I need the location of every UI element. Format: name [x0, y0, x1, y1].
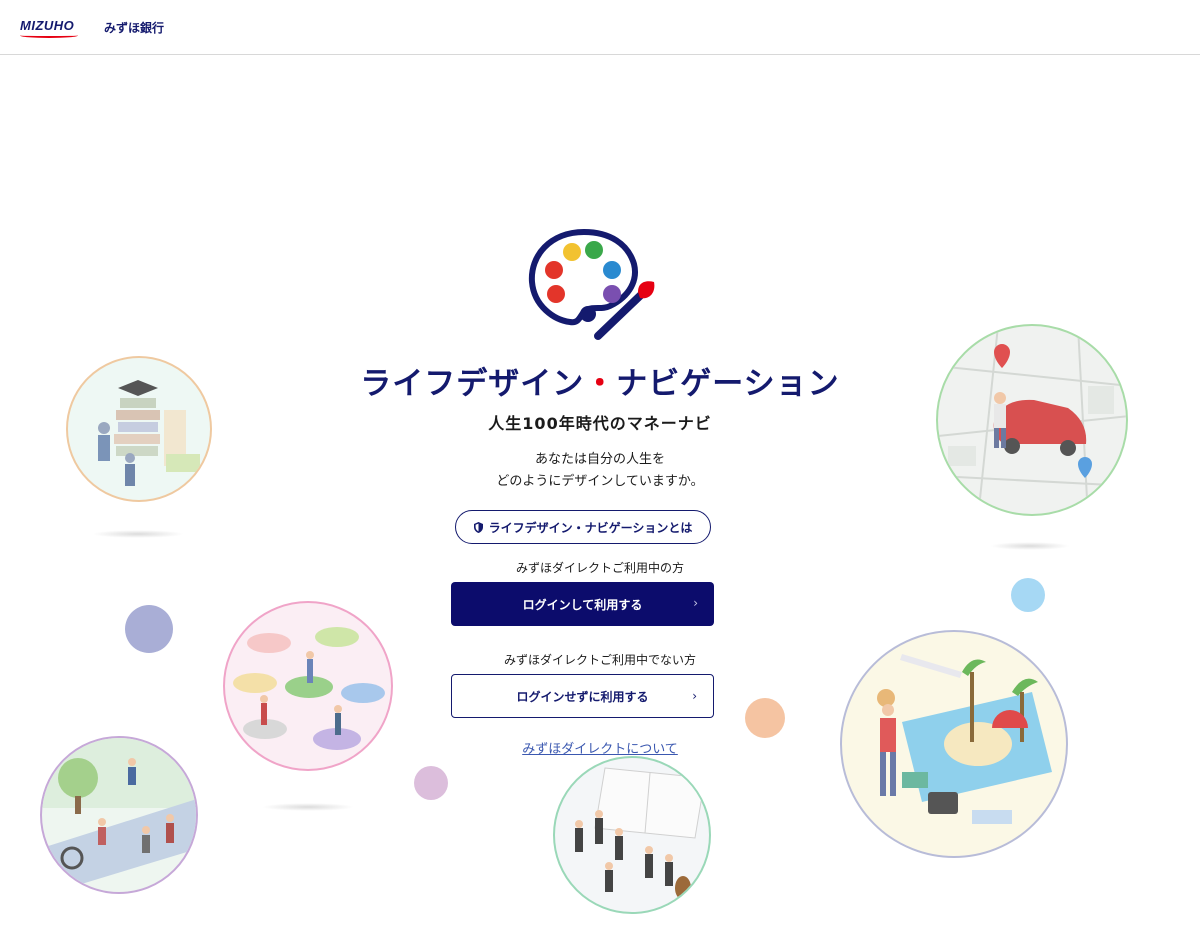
- app-subtitle: 人生100年時代のマネーナビ: [488, 414, 712, 433]
- about-service-label: ライフデザイン・ナビゲーションとは: [488, 520, 693, 535]
- lead-text-line1: あなたは自分の人生を: [534, 452, 665, 467]
- app-title: ライフデザイン・ナビゲーション: [0, 358, 1200, 403]
- about-mizuho-direct-link[interactable]: みずほダイレクトについて: [0, 738, 1200, 757]
- site-header: MIZUHO みずほ銀行: [0, 0, 1200, 55]
- life-palette-logo: [528, 228, 655, 340]
- direct-user-label: みずほダイレクトご利用中の方: [515, 561, 684, 575]
- decor-dot: [414, 766, 448, 800]
- lead-text-line2: どのようにデザインしていますか。: [496, 474, 704, 489]
- non-direct-user-label: みずほダイレクトご利用中でない方: [503, 653, 696, 667]
- login-button-label: ログインして利用する: [522, 597, 643, 612]
- mizuho-logo[interactable]: MIZUHO: [20, 18, 74, 33]
- chevron-right-icon: ›: [692, 689, 697, 703]
- app-title-part2: ナビゲーション: [616, 366, 840, 402]
- bank-name[interactable]: みずほ銀行: [104, 19, 164, 36]
- guest-use-button-label: ログインせずに利用する: [516, 689, 649, 704]
- guest-use-button[interactable]: ログインせずに利用する ›: [451, 674, 714, 718]
- about-service-button[interactable]: ライフデザイン・ナビゲーションとは: [455, 510, 711, 544]
- app-title-part1: ライフデザイン: [360, 366, 585, 402]
- illustration-shadow: [262, 803, 354, 811]
- community-illustration: [40, 736, 198, 894]
- decor-dot: [125, 605, 173, 653]
- illustration-shadow: [990, 542, 1070, 550]
- decor-dot: [1011, 578, 1045, 612]
- illustration-shadow: [92, 530, 184, 538]
- mizuho-logo-swoosh: [20, 33, 78, 38]
- chevron-right-icon: ›: [693, 596, 698, 610]
- shield-icon: [473, 521, 483, 533]
- decor-dot: [745, 698, 785, 738]
- app-title-separator: ・: [584, 366, 617, 402]
- music-illustration: [553, 756, 711, 914]
- login-button[interactable]: ログインして利用する ›: [451, 582, 714, 626]
